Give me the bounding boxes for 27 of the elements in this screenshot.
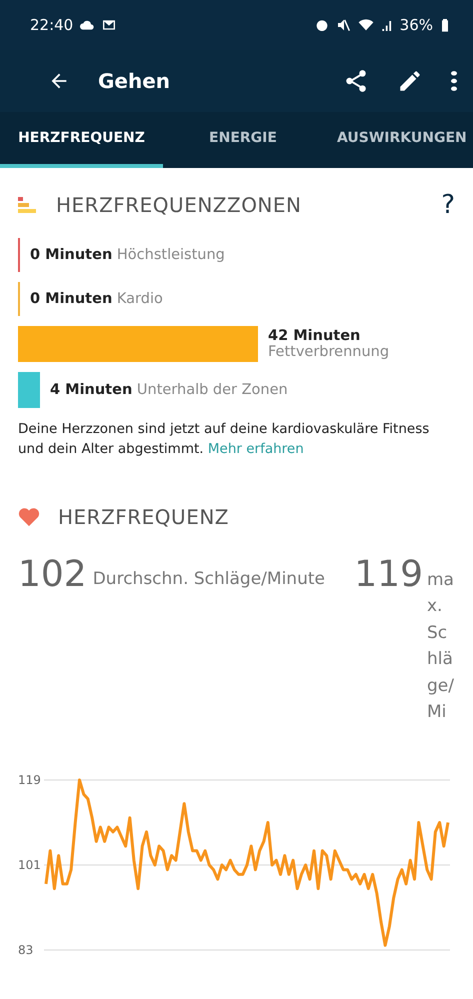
section-title: HERZFREQUENZ — [58, 505, 230, 530]
average-value: 102 — [18, 557, 87, 594]
mute-icon — [336, 17, 352, 33]
status-time: 22:40 — [30, 16, 74, 34]
heart-icon — [18, 507, 40, 528]
tab[interactable]: ENERGIE — [163, 112, 323, 168]
y-tick-label: 101 — [18, 858, 41, 872]
zones-icon — [18, 197, 38, 213]
help-button[interactable]: ? — [441, 190, 455, 220]
section-title: HERZFREQUENZZONEN — [56, 193, 302, 217]
more-button[interactable] — [451, 70, 457, 92]
y-tick-label: 83 — [18, 943, 34, 958]
zone-text: 0 Minuten Höchstleistung — [30, 247, 225, 263]
battery-icon — [439, 17, 451, 33]
battery-percent: 36% — [400, 16, 433, 34]
max-value: 119 — [354, 557, 423, 594]
average-label: Durchschn. Schläge/Minute — [92, 569, 325, 590]
zones-note: Deine Herzzonen sind jetzt auf deine kardiovaskuläre Fitness und dein Alter abgestimmt. Mehr erfahren — [18, 420, 430, 459]
tab[interactable]: HERZFREQUENZ — [0, 112, 163, 168]
wifi-icon — [358, 17, 374, 33]
zone-text: 42 Minuten Fettverbrennung — [268, 328, 390, 360]
y-tick-label: 119 — [18, 775, 41, 788]
tab[interactable]: AUSWIRKUNGEN — [323, 112, 473, 168]
max-label: max. Schläge/Mi — [427, 569, 455, 724]
zone-text: 0 Minuten Kardio — [30, 291, 163, 307]
screen-title: Gehen — [98, 69, 172, 93]
zone-text: 4 Minuten Unterhalb der Zonen — [50, 382, 288, 398]
